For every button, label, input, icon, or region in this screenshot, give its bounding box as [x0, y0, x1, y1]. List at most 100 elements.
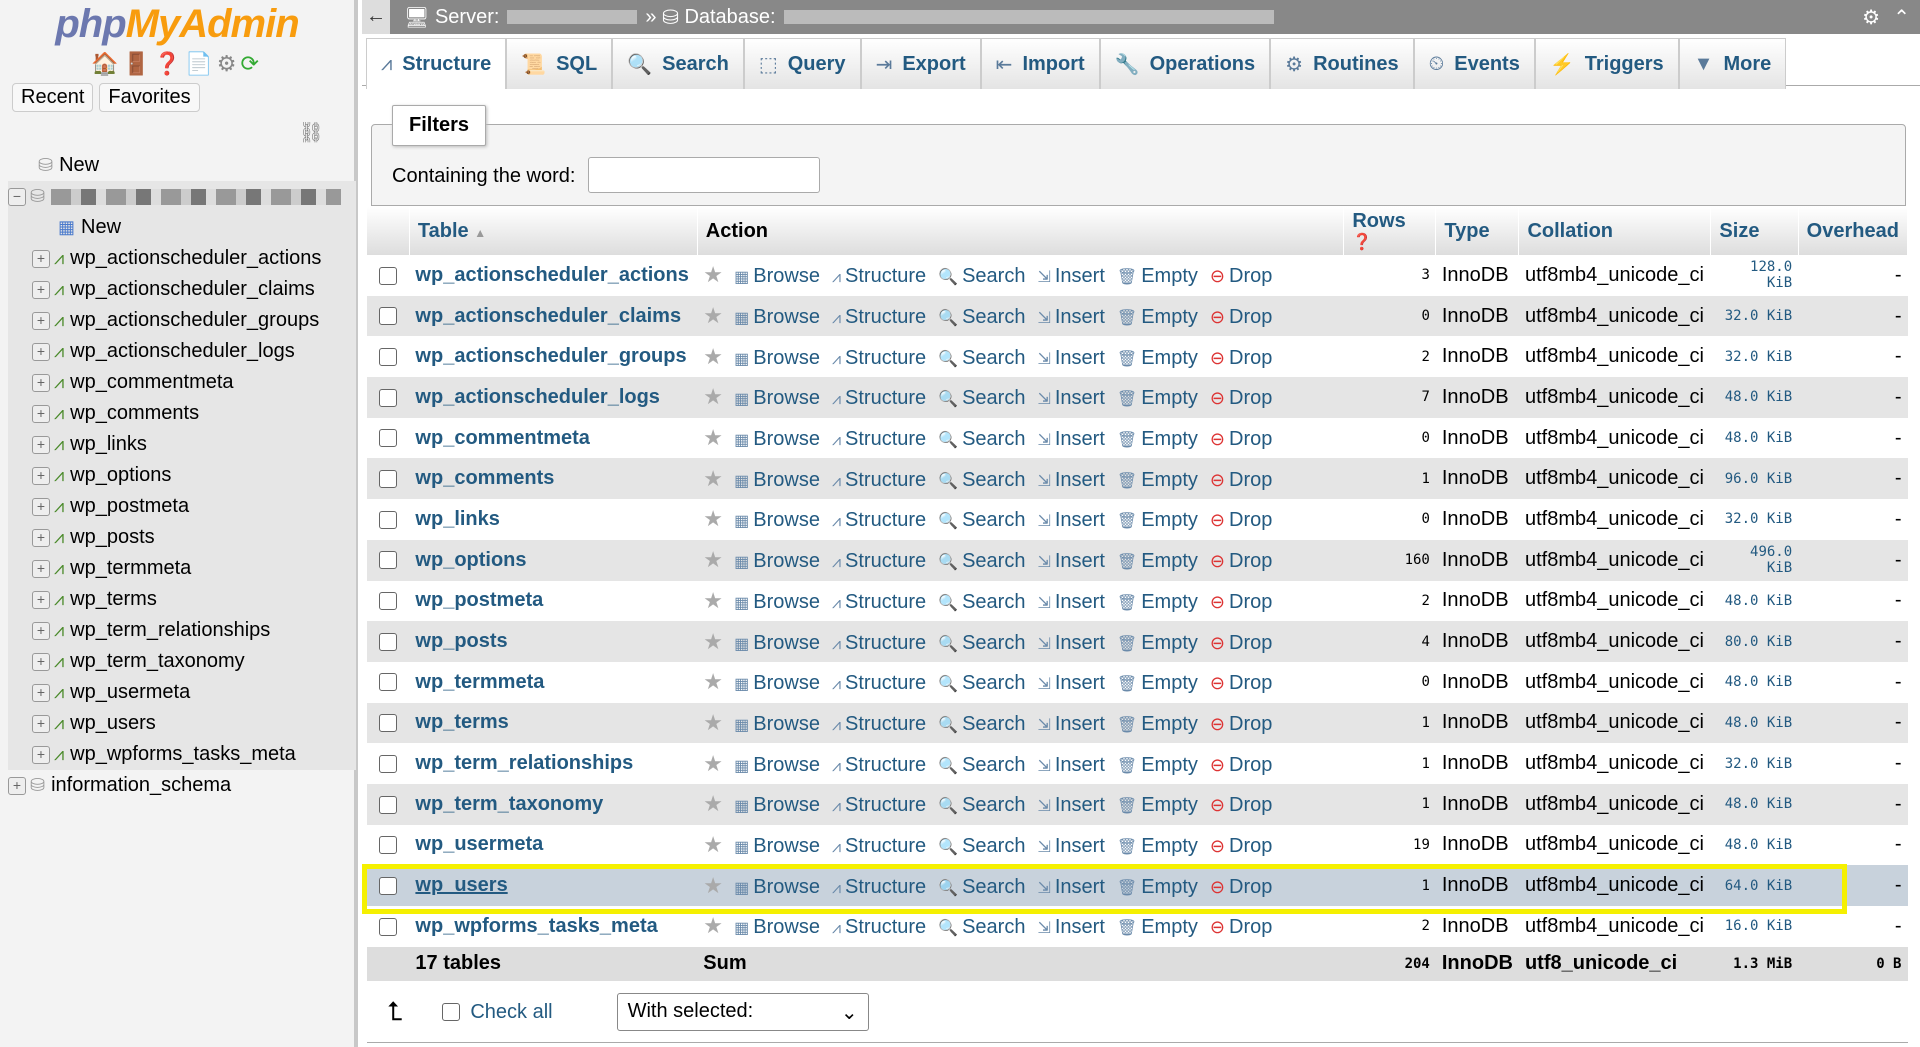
- tree-table-item[interactable]: + ⩘ wp_usermeta: [8, 677, 356, 708]
- browse-action-link[interactable]: ▦ Browse: [734, 591, 820, 613]
- tree-table-item[interactable]: + ⩘ wp_termmeta: [8, 553, 356, 584]
- structure-action-link[interactable]: ⩘ Structure: [832, 387, 926, 409]
- structure-action-link[interactable]: ⩘ Structure: [832, 469, 926, 491]
- insert-action-link[interactable]: ⇲ Insert: [1037, 306, 1104, 328]
- docs-icon[interactable]: 📄: [185, 51, 216, 76]
- tree-database-current[interactable]: − ⛁: [8, 181, 356, 212]
- collation-column-header[interactable]: Collation: [1518, 207, 1712, 255]
- expand-icon[interactable]: +: [32, 280, 50, 299]
- table-name-link[interactable]: wp_commentmeta: [409, 417, 698, 459]
- empty-action-link[interactable]: 🗑 Empty: [1117, 713, 1198, 735]
- size-link[interactable]: 48.0 KiB: [1710, 580, 1799, 622]
- tree-new-table[interactable]: ▦ New: [8, 212, 356, 243]
- empty-action-link[interactable]: 🗑 Empty: [1117, 265, 1198, 287]
- structure-action-link[interactable]: ⩘ Structure: [832, 306, 926, 328]
- insert-action-link[interactable]: ⇲ Insert: [1037, 347, 1104, 369]
- tree-table-item[interactable]: + ⩘ wp_posts: [8, 522, 356, 553]
- tab-events[interactable]: ⏲ Events: [1413, 38, 1535, 89]
- drop-action-link[interactable]: ⊖ Drop: [1210, 347, 1272, 369]
- insert-action-link[interactable]: ⇲ Insert: [1037, 916, 1104, 938]
- tree-table-item[interactable]: + ⩘ wp_postmeta: [8, 491, 356, 522]
- structure-action-link[interactable]: ⩘ Structure: [832, 550, 926, 572]
- row-checkbox[interactable]: [379, 510, 398, 529]
- drop-action-link[interactable]: ⊖ Drop: [1210, 306, 1272, 328]
- row-checkbox[interactable]: [379, 551, 398, 570]
- tree-table-item[interactable]: + ⩘ wp_term_relationships: [8, 615, 356, 646]
- drop-action-link[interactable]: ⊖ Drop: [1210, 754, 1272, 776]
- size-link[interactable]: 48.0 KiB: [1710, 824, 1799, 866]
- favorite-star-icon[interactable]: ★: [703, 629, 723, 654]
- tab-operations[interactable]: 🔧 Operations: [1099, 38, 1271, 89]
- link-icon[interactable]: ⛓: [299, 120, 324, 145]
- insert-action-link[interactable]: ⇲ Insert: [1037, 632, 1104, 654]
- tab-triggers[interactable]: ⚡ Triggers: [1534, 38, 1679, 89]
- expand-icon[interactable]: +: [32, 497, 50, 516]
- empty-action-link[interactable]: 🗑 Empty: [1117, 591, 1198, 613]
- tree-table-item[interactable]: + ⩘ wp_comments: [8, 398, 356, 429]
- tab-export[interactable]: ⇥ Export: [860, 38, 981, 89]
- favorite-star-icon[interactable]: ★: [703, 791, 723, 816]
- drop-action-link[interactable]: ⊖ Drop: [1210, 387, 1272, 409]
- row-checkbox[interactable]: [379, 470, 398, 488]
- drop-action-link[interactable]: ⊖ Drop: [1210, 672, 1272, 694]
- browse-action-link[interactable]: ▦ Browse: [734, 835, 820, 857]
- drop-action-link[interactable]: ⊖ Drop: [1210, 509, 1272, 531]
- insert-action-link[interactable]: ⇲ Insert: [1037, 550, 1104, 572]
- structure-action-link[interactable]: ⩘ Structure: [832, 591, 926, 613]
- size-link[interactable]: 32.0 KiB: [1710, 743, 1799, 784]
- table-name-link[interactable]: wp_links: [409, 499, 698, 540]
- recent-button[interactable]: Recent: [12, 83, 94, 112]
- table-column-header[interactable]: Table ▲: [409, 207, 698, 255]
- size-column-header[interactable]: Size: [1710, 207, 1799, 255]
- drop-action-link[interactable]: ⊖ Drop: [1210, 469, 1272, 491]
- maximize-icon[interactable]: ⌃: [1893, 5, 1910, 30]
- favorite-star-icon[interactable]: ★: [703, 506, 723, 531]
- filter-input[interactable]: [588, 157, 820, 193]
- type-column-header[interactable]: Type: [1435, 207, 1520, 255]
- expand-icon[interactable]: +: [32, 466, 50, 485]
- empty-action-link[interactable]: 🗑 Empty: [1117, 672, 1198, 694]
- insert-action-link[interactable]: ⇲ Insert: [1037, 265, 1104, 287]
- structure-action-link[interactable]: ⩘ Structure: [832, 794, 926, 816]
- structure-action-link[interactable]: ⩘ Structure: [832, 632, 926, 654]
- expand-icon[interactable]: +: [32, 342, 50, 361]
- table-name-link[interactable]: wp_options: [409, 539, 698, 581]
- size-link[interactable]: 496.0 KiB: [1710, 539, 1799, 581]
- empty-action-link[interactable]: 🗑 Empty: [1117, 306, 1198, 328]
- favorite-star-icon[interactable]: ★: [703, 710, 723, 735]
- empty-action-link[interactable]: 🗑 Empty: [1117, 916, 1198, 938]
- expand-icon[interactable]: +: [32, 435, 50, 454]
- table-name-link[interactable]: wp_actionscheduler_claims: [409, 295, 698, 337]
- home-icon[interactable]: 🏠: [91, 51, 122, 76]
- check-all-label[interactable]: Check all: [470, 1001, 552, 1024]
- structure-action-link[interactable]: ⩘ Structure: [832, 713, 926, 735]
- size-link[interactable]: 48.0 KiB: [1710, 783, 1799, 825]
- insert-action-link[interactable]: ⇲ Insert: [1037, 387, 1104, 409]
- tree-table-item[interactable]: + ⩘ wp_options: [8, 460, 356, 491]
- insert-action-link[interactable]: ⇲ Insert: [1037, 835, 1104, 857]
- insert-action-link[interactable]: ⇲ Insert: [1037, 469, 1104, 491]
- logout-icon[interactable]: 🚪: [123, 51, 154, 76]
- expand-icon[interactable]: +: [32, 373, 50, 392]
- browse-action-link[interactable]: ▦ Browse: [734, 794, 820, 816]
- drop-action-link[interactable]: ⊖ Drop: [1210, 591, 1272, 613]
- row-checkbox[interactable]: [379, 836, 398, 855]
- tab-more[interactable]: ▼ More: [1678, 38, 1787, 89]
- tree-table-item[interactable]: + ⩘ wp_users: [8, 708, 356, 739]
- structure-action-link[interactable]: ⩘ Structure: [832, 509, 926, 531]
- search-action-link[interactable]: 🔍 Search: [938, 509, 1025, 531]
- size-link[interactable]: 32.0 KiB: [1710, 336, 1799, 378]
- rows-column-header[interactable]: Rows ❓: [1343, 207, 1437, 255]
- empty-action-link[interactable]: 🗑 Empty: [1117, 632, 1198, 654]
- row-checkbox[interactable]: [379, 388, 398, 407]
- tree-table-item[interactable]: + ⩘ wp_commentmeta: [8, 367, 356, 398]
- help-icon[interactable]: ❓: [154, 51, 185, 76]
- structure-action-link[interactable]: ⩘ Structure: [832, 835, 926, 857]
- search-action-link[interactable]: 🔍 Search: [938, 428, 1025, 450]
- row-checkbox[interactable]: [379, 307, 398, 326]
- empty-action-link[interactable]: 🗑 Empty: [1117, 835, 1198, 857]
- tab-structure[interactable]: ⩘ Structure: [366, 38, 507, 89]
- table-name-link[interactable]: wp_posts: [409, 621, 698, 662]
- search-action-link[interactable]: 🔍 Search: [938, 713, 1025, 735]
- browse-action-link[interactable]: ▦ Browse: [734, 265, 820, 287]
